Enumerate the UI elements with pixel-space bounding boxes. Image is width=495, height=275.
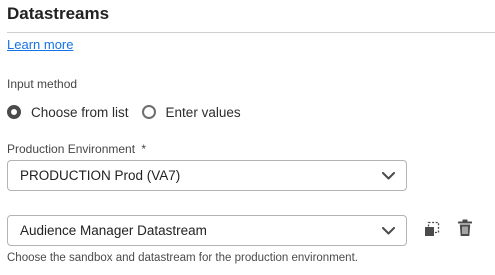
learn-more-link[interactable]: Learn more: [7, 37, 73, 52]
input-method-label: Input method: [7, 77, 78, 91]
datastream-help-text: Choose the sandbox and datastream for th…: [7, 252, 358, 264]
radio-label: Choose from list: [31, 104, 129, 120]
input-method-radio-group: Choose from list Enter values: [7, 102, 254, 122]
radio-choose-from-list[interactable]: Choose from list: [7, 105, 129, 120]
copy-icon[interactable]: [422, 219, 442, 239]
select-value: Audience Manager Datastream: [20, 223, 207, 238]
radio-enter-values[interactable]: Enter values: [141, 104, 241, 120]
production-environment-select[interactable]: PRODUCTION Prod (VA7): [7, 160, 407, 191]
datastream-select[interactable]: Audience Manager Datastream: [7, 215, 407, 246]
select-value: PRODUCTION Prod (VA7): [20, 168, 181, 183]
radio-unchecked-icon[interactable]: [141, 105, 156, 119]
radio-checked-icon[interactable]: [7, 105, 21, 119]
required-marker: *: [141, 142, 147, 156]
chevron-down-icon[interactable]: [382, 226, 395, 235]
radio-label: Enter values: [165, 104, 241, 120]
chevron-down-icon[interactable]: [382, 171, 395, 180]
section-title: Datastreams: [7, 4, 110, 23]
field-label-text: Production Environment: [7, 142, 136, 156]
production-environment-label: Production Environment *: [7, 142, 146, 156]
trash-icon[interactable]: [455, 218, 475, 238]
divider: [7, 32, 495, 33]
